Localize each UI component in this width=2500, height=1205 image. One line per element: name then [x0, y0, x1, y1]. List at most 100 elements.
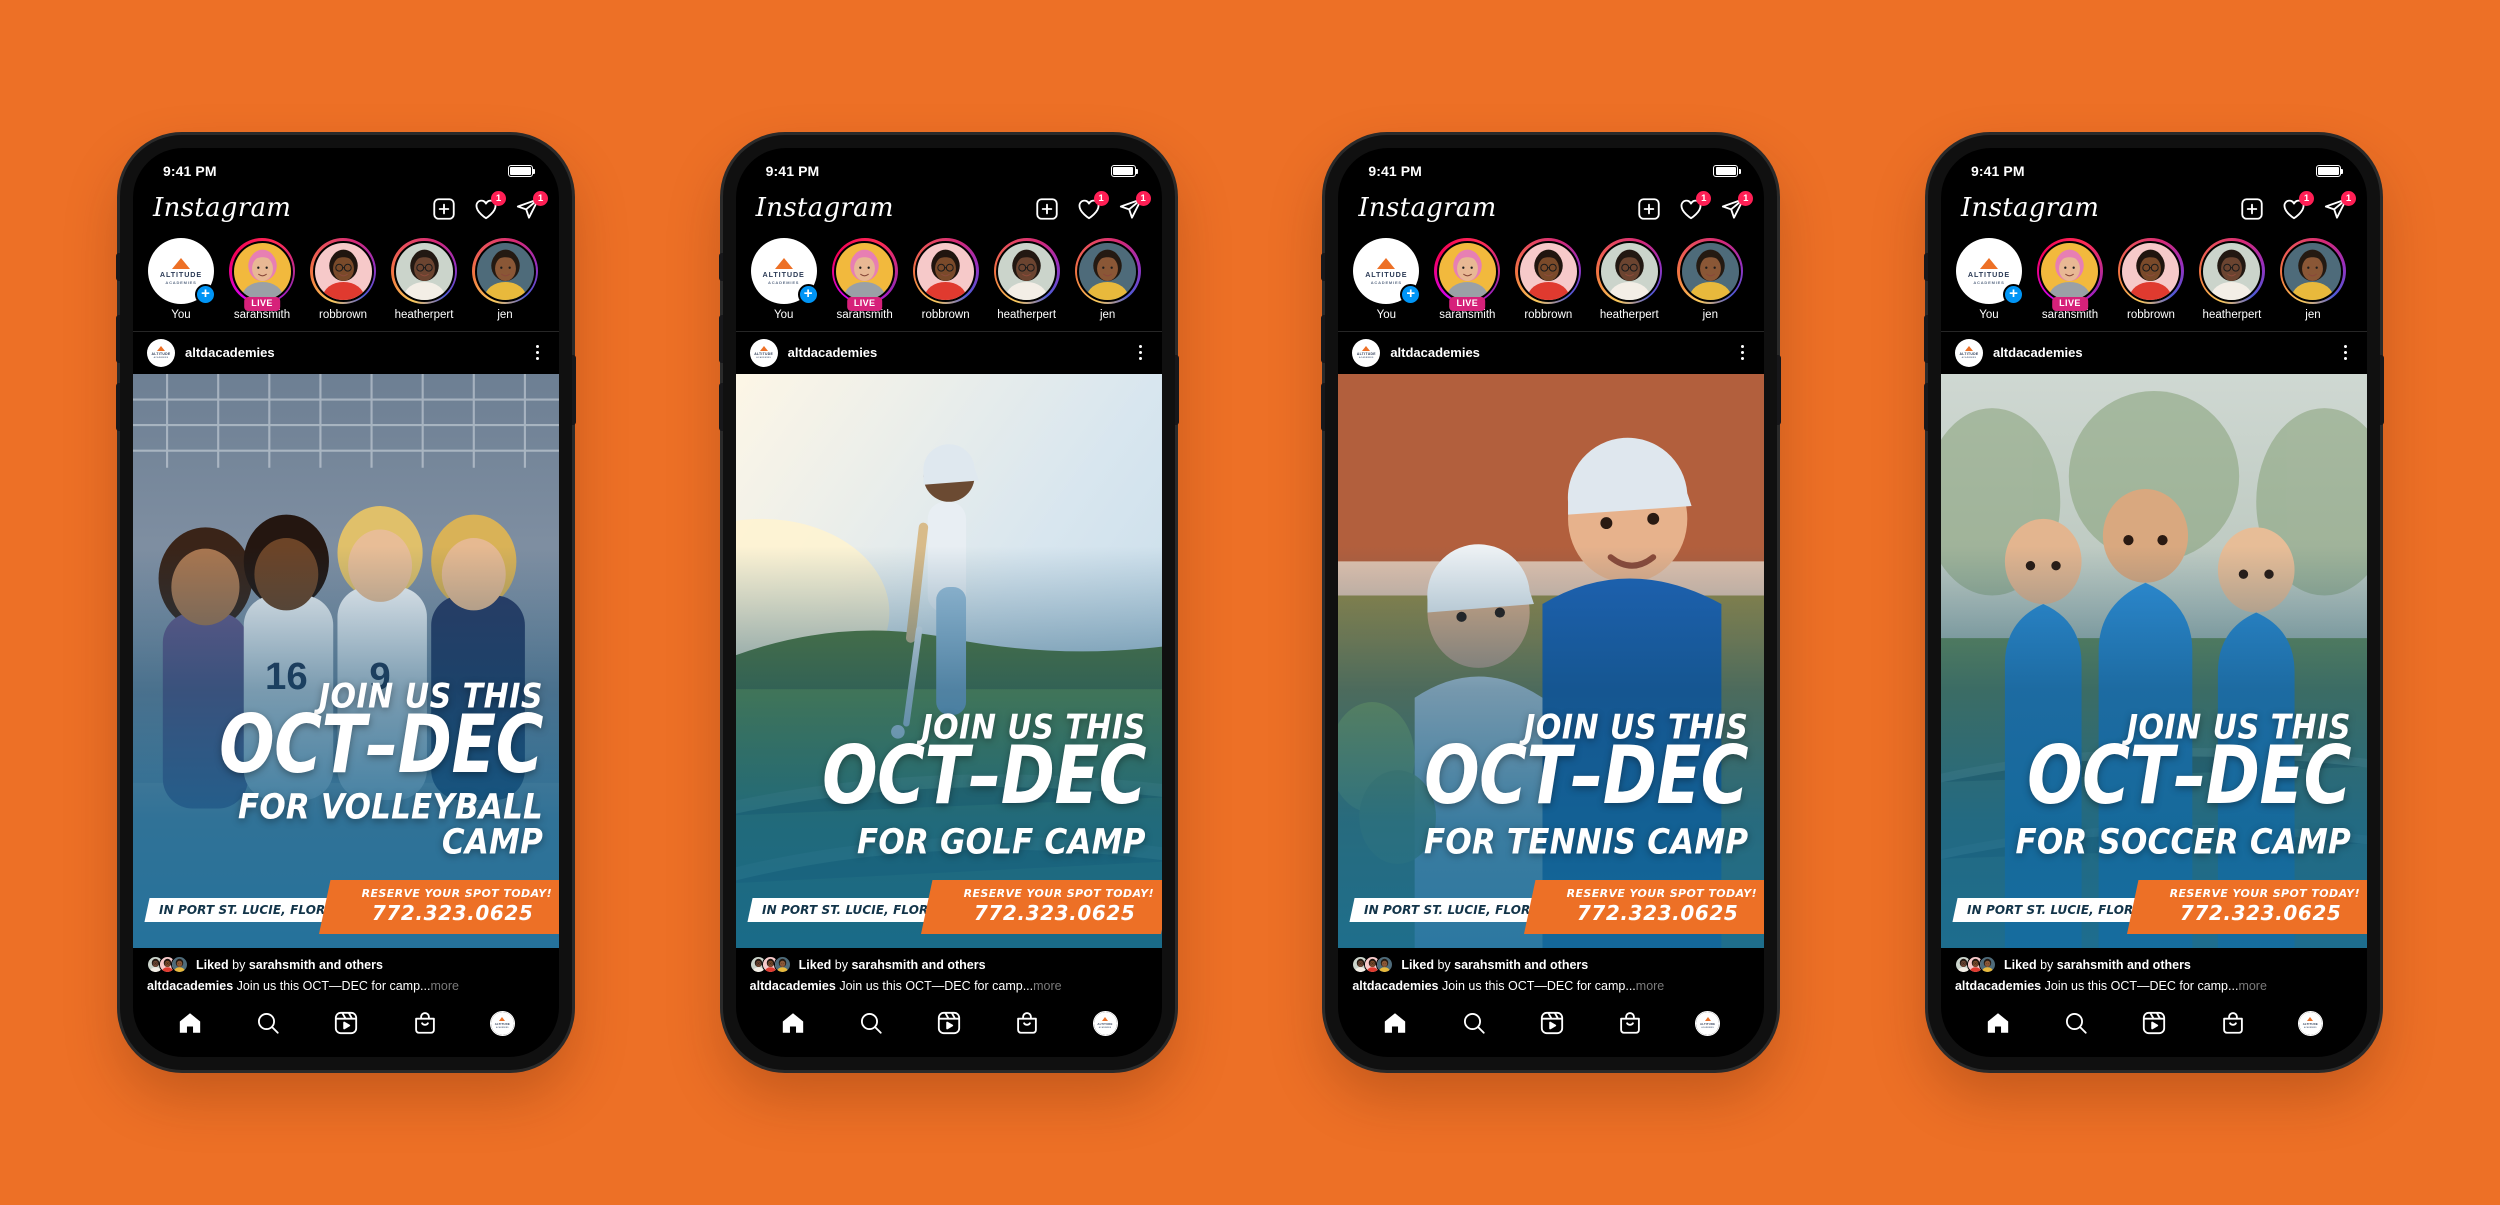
profile-avatar[interactable]: ALTITUDE ACADEMIES [1092, 1010, 1118, 1036]
search-icon[interactable] [858, 1010, 884, 1036]
story-item-robbrown[interactable]: robbrown [2117, 238, 2185, 323]
story-ring[interactable] [1596, 238, 1663, 304]
plus-square-icon[interactable] [1636, 196, 1662, 222]
plus-square-icon[interactable] [431, 196, 457, 222]
liked-by-row[interactable]: Liked by sarahsmith and others [1954, 956, 2353, 973]
story-ring[interactable]: LIVE [1434, 238, 1501, 311]
story-item-heatherpert[interactable]: heatherpert [390, 238, 458, 323]
profile-avatar[interactable]: ALTITUDE ACADEMIES [2297, 1010, 2323, 1036]
liked-by-username[interactable]: sarahsmith [1454, 958, 1521, 972]
story-item-sarahsmith[interactable]: LIVE sarahsmith [2036, 238, 2104, 323]
liked-by-row[interactable]: Liked by sarahsmith and others [1352, 956, 1750, 973]
story-item-jen[interactable]: jen [1074, 238, 1142, 323]
liked-by-username[interactable]: sarahsmith [851, 958, 918, 972]
story-ring[interactable] [993, 238, 1060, 304]
add-story-plus-icon[interactable]: + [2002, 284, 2024, 305]
story-ring[interactable]: LIVE [831, 238, 898, 311]
reels-icon[interactable] [2141, 1010, 2167, 1036]
story-ring[interactable]: ALTITUDE ACADEMIES + [1955, 238, 2024, 305]
reserve-cta[interactable]: RESERVE YOUR SPOT TODAY! 772.323.0625 [2126, 880, 2367, 934]
caption-username[interactable]: altdacademies [750, 979, 836, 993]
heart-icon[interactable]: 1 [473, 191, 506, 222]
story-ring[interactable] [2279, 238, 2346, 304]
story-item-heatherpert[interactable]: heatherpert [993, 238, 1061, 323]
caption-more-link[interactable]: more [2238, 979, 2266, 993]
post-creative[interactable]: JOIN US THIS OCT–DEC FOR SOCCER CAMP IN POR… [1940, 373, 2367, 948]
story-item-jen[interactable]: jen [1676, 238, 1744, 323]
shop-bag-icon[interactable] [2220, 1010, 2246, 1036]
home-icon[interactable] [780, 1010, 806, 1036]
story-ring[interactable] [391, 238, 457, 304]
story-ring[interactable]: ALTITUDE ACADEMIES + [750, 238, 819, 305]
post-username[interactable]: altdacademies [788, 345, 1123, 360]
liked-by-row[interactable]: Liked by sarahsmith and others [147, 956, 545, 973]
story-item-heatherpert[interactable]: heatherpert [2198, 238, 2266, 323]
liked-by-row[interactable]: Liked by sarahsmith and others [749, 956, 1148, 973]
add-story-plus-icon[interactable]: + [195, 284, 216, 305]
post-creative[interactable]: JOIN US THIS OCT–DEC FOR GOLF CAMP IN PORT … [735, 373, 1162, 948]
plus-square-icon[interactable] [1034, 196, 1060, 222]
liked-by-username[interactable]: sarahsmith [249, 958, 316, 972]
add-story-plus-icon[interactable]: + [797, 284, 819, 305]
heart-icon[interactable]: 1 [1678, 191, 1712, 222]
home-icon[interactable] [177, 1010, 203, 1036]
more-options-icon[interactable] [1735, 345, 1750, 361]
post-username[interactable]: altdacademies [185, 345, 520, 360]
bottom-tab-bar[interactable]: ALTITUDE ACADEMIES [736, 997, 1162, 1057]
more-options-icon[interactable] [1133, 345, 1148, 361]
stories-tray[interactable]: ALTITUDE ACADEMIES + You LIVE sarahsmith robbr… [735, 232, 1162, 332]
story-ring[interactable]: ALTITUDE ACADEMIES + [1353, 238, 1422, 305]
paper-plane-icon[interactable]: 1 [1118, 191, 1151, 222]
reserve-cta[interactable]: RESERVE YOUR SPOT TODAY! 772.323.0625 [921, 880, 1162, 934]
more-options-icon[interactable] [2338, 345, 2353, 361]
post-avatar[interactable]: ALTITUDE ACADEMIES [749, 338, 778, 367]
story-item-sarahsmith[interactable]: LIVE sarahsmith [831, 238, 899, 323]
reels-icon[interactable] [333, 1010, 359, 1036]
story-ring[interactable] [1677, 238, 1744, 304]
caption-more-link[interactable]: more [1636, 979, 1664, 993]
caption-more-link[interactable]: more [1033, 979, 1061, 993]
search-icon[interactable] [2063, 1010, 2089, 1036]
profile-avatar[interactable]: ALTITUDE ACADEMIES [1695, 1010, 1721, 1036]
post-avatar[interactable]: ALTITUDE ACADEMIES [1954, 338, 1983, 367]
post-creative[interactable]: JOIN US THIS OCT–DEC FOR TENNIS CAMP IN POR… [1338, 373, 1765, 948]
story-ring[interactable] [2198, 238, 2265, 304]
bottom-tab-bar[interactable]: ALTITUDE ACADEMIES [133, 997, 559, 1057]
caption-username[interactable]: altdacademies [147, 979, 233, 993]
post-avatar[interactable]: ALTITUDE ACADEMIES [147, 338, 175, 367]
story-ring[interactable]: ALTITUDE ACADEMIES + [148, 238, 216, 305]
bottom-tab-bar[interactable]: ALTITUDE ACADEMIES [1941, 997, 2367, 1057]
story-ring[interactable]: LIVE [2036, 238, 2103, 311]
story-item-you[interactable]: ALTITUDE ACADEMIES + You [750, 238, 819, 323]
story-item-heatherpert[interactable]: heatherpert [1595, 238, 1663, 323]
heart-icon[interactable]: 1 [1076, 191, 1109, 222]
stories-tray[interactable]: ALTITUDE ACADEMIES + You LIVE sarahsmith robbr… [1338, 232, 1765, 332]
story-ring[interactable] [2117, 238, 2184, 304]
reels-icon[interactable] [1539, 1010, 1565, 1036]
story-item-robbrown[interactable]: robbrown [912, 238, 980, 323]
stories-tray[interactable]: ALTITUDE ACADEMIES + You LIVE sarahsmith robbr… [133, 232, 559, 332]
bottom-tab-bar[interactable]: ALTITUDE ACADEMIES [1338, 997, 1764, 1057]
paper-plane-icon[interactable]: 1 [515, 191, 548, 222]
post-username[interactable]: altdacademies [1390, 345, 1725, 360]
story-item-you[interactable]: ALTITUDE ACADEMIES + You [1352, 238, 1422, 323]
story-ring[interactable] [912, 238, 979, 304]
paper-plane-icon[interactable]: 1 [2323, 191, 2356, 222]
heart-icon[interactable]: 1 [2281, 191, 2314, 222]
stories-tray[interactable]: ALTITUDE ACADEMIES + You LIVE sarahsmith robbr… [1940, 232, 2367, 332]
story-item-sarahsmith[interactable]: LIVE sarahsmith [228, 238, 296, 323]
post-username[interactable]: altdacademies [1993, 345, 2328, 360]
shop-bag-icon[interactable] [412, 1010, 438, 1036]
caption-username[interactable]: altdacademies [1955, 979, 2041, 993]
story-item-you[interactable]: ALTITUDE ACADEMIES + You [1955, 238, 2024, 323]
plus-square-icon[interactable] [2239, 196, 2265, 222]
post-avatar[interactable]: ALTITUDE ACADEMIES [1352, 338, 1381, 367]
more-options-icon[interactable] [530, 345, 545, 361]
shop-bag-icon[interactable] [1014, 1010, 1040, 1036]
caption-more-link[interactable]: more [430, 979, 458, 993]
story-ring[interactable] [472, 238, 538, 304]
caption-username[interactable]: altdacademies [1352, 979, 1438, 993]
home-icon[interactable] [1985, 1010, 2011, 1036]
reels-icon[interactable] [936, 1010, 962, 1036]
story-item-you[interactable]: ALTITUDE ACADEMIES + You [147, 238, 216, 323]
